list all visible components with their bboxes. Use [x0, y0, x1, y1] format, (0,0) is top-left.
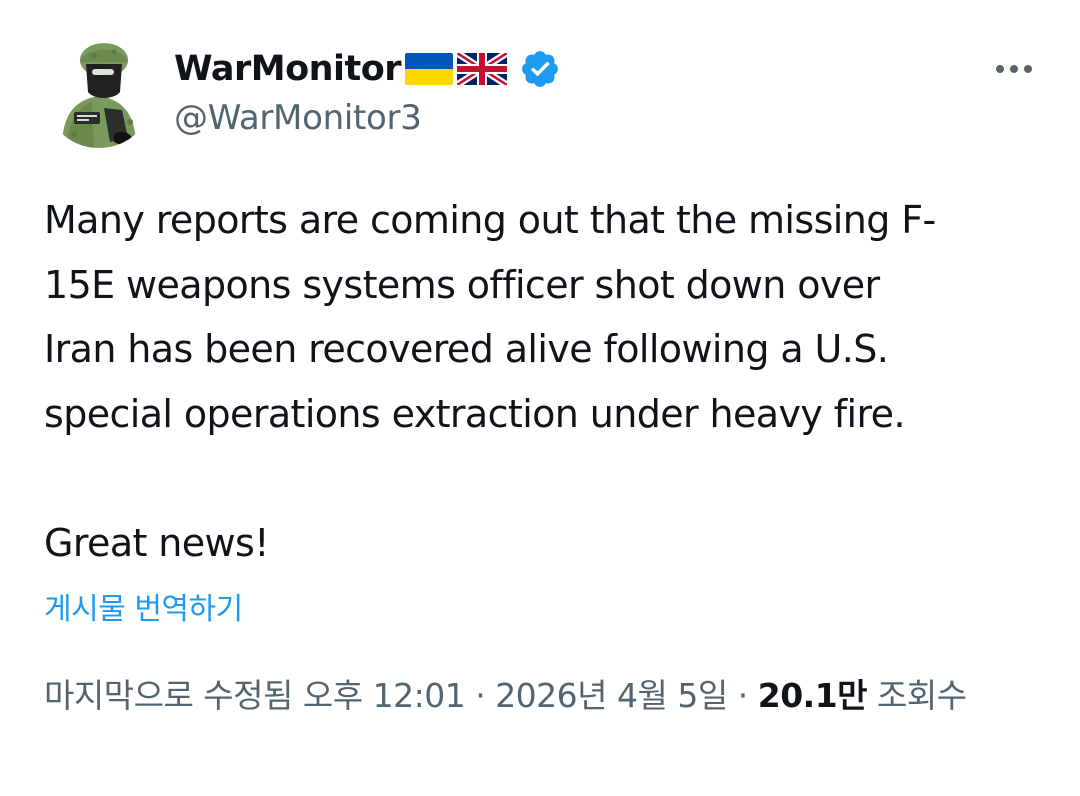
tweet-text-closing: Great news! — [44, 520, 269, 565]
more-horizontal-icon — [1024, 65, 1032, 73]
meta-separator: · — [475, 676, 486, 715]
united-kingdom-flag-icon — [457, 53, 508, 85]
soldier-avatar-icon — [44, 38, 154, 148]
views-label: 조회수 — [877, 676, 967, 715]
author-name-row: WarMonitor — [174, 44, 561, 94]
post-date[interactable]: 2026년 4월 5일 — [495, 676, 728, 715]
tweet-text: Many reports are coming out that the mis… — [44, 188, 1044, 575]
post-time[interactable]: 오후 12:01 — [303, 676, 466, 715]
tweet-text-line: Many reports are coming out that the mis… — [44, 198, 936, 242]
display-name[interactable]: WarMonitor — [174, 49, 402, 89]
more-options-button[interactable] — [986, 52, 1042, 86]
tweet-text-line: 15E weapons systems officer shot down ov… — [44, 262, 880, 307]
edited-label[interactable]: 마지막으로 수정됨 — [44, 676, 293, 715]
more-horizontal-icon — [996, 65, 1004, 73]
avatar[interactable] — [44, 38, 154, 148]
tweet-text-line: Iran has been recovered alive following … — [44, 327, 889, 371]
more-horizontal-icon — [1010, 65, 1018, 73]
tweet-metadata: 마지막으로 수정됨 오후 12:01 · 2026년 4월 5일 · 20.1만… — [44, 668, 1034, 724]
verified-badge-icon[interactable] — [519, 48, 561, 90]
translate-post-link[interactable]: 게시물 번역하기 — [44, 584, 243, 628]
views-count[interactable]: 20.1만 — [758, 676, 868, 715]
ukraine-flag-icon — [405, 53, 454, 85]
tweet-text-line: special operations extraction under heav… — [44, 391, 906, 436]
paragraph-break — [44, 446, 1044, 511]
meta-separator: · — [737, 676, 749, 715]
user-handle[interactable]: @WarMonitor3 — [174, 98, 422, 138]
tweet-card: WarMonitor @WarMonitor3 Many reports are… — [0, 0, 1080, 796]
